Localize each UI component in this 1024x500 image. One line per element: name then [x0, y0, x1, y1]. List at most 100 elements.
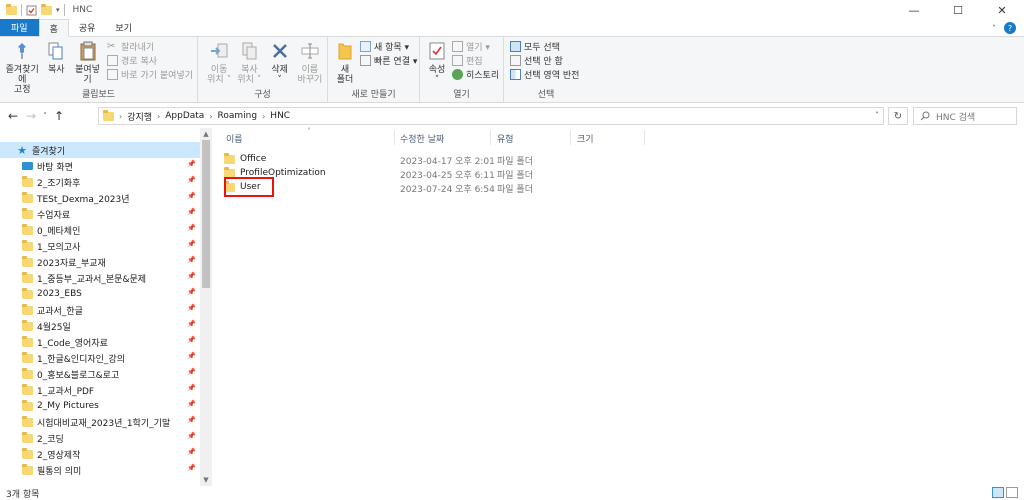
sidebar-item[interactable]: 2_코딩 📌 [0, 430, 200, 446]
sidebar-item[interactable]: 2_My Pictures 📌 [0, 398, 200, 414]
pin-icon: 📌 [187, 432, 196, 440]
large-icons-view-icon[interactable] [1006, 487, 1018, 498]
sidebar-item[interactable]: 수업자료 📌 [0, 206, 200, 222]
scroll-thumb[interactable] [202, 140, 210, 288]
sidebar-item[interactable]: 4월25일 📌 [0, 318, 200, 334]
ribbon-tabs: 파일 홈 공유 보기 ˅ ? [0, 19, 1024, 37]
paste-shortcut-button[interactable]: 바로 가기 붙여넣기 [107, 68, 193, 81]
tab-view[interactable]: 보기 [105, 19, 142, 36]
sidebar-item[interactable]: 1_Code_영어자료 📌 [0, 334, 200, 350]
history-icon [452, 68, 463, 80]
expand-ribbon-icon[interactable]: ˅ [992, 24, 996, 33]
copy-icon [48, 42, 63, 60]
pin-icon: 📌 [187, 240, 196, 248]
up-button[interactable]: ↑ [50, 106, 68, 126]
search-icon [920, 111, 930, 121]
select-all-button[interactable]: 모두 선택 [510, 40, 579, 53]
sidebar-item[interactable]: 0_홍보&블로그&로고 📌 [0, 366, 200, 382]
scroll-up-icon[interactable]: ▲ [200, 128, 212, 140]
sidebar-item-label: 2023자료_부교재 [37, 258, 106, 269]
sidebar-item[interactable]: TESt_Dexma_2023년 📌 [0, 190, 200, 206]
sidebar-item-label: 시험대비교재_2023년_1학기_기말 [37, 418, 171, 429]
sidebar-item[interactable]: 필통의 의미 📌 [0, 462, 200, 478]
paste-icon [80, 41, 96, 61]
refresh-button[interactable]: ↻ [888, 107, 908, 125]
properties-check-icon[interactable] [26, 5, 37, 16]
quick-access-item[interactable]: ★ 즐겨찾기 [0, 142, 200, 158]
easy-access-button[interactable]: 빠른 연결 ▾ [360, 54, 417, 67]
column-modified-header[interactable]: 수정한 날짜 [400, 132, 444, 145]
scroll-down-icon[interactable]: ▼ [200, 474, 212, 486]
sidebar-item[interactable]: 2023_EBS 📌 [0, 286, 200, 302]
history-button[interactable]: 히스토리 [452, 68, 499, 81]
pin-icon: 📌 [187, 208, 196, 216]
pin-icon: 📌 [187, 176, 196, 184]
sidebar-item[interactable]: 1_한글&인디자인_강의 📌 [0, 350, 200, 366]
folder-icon [22, 335, 33, 347]
qat-dropdown-icon[interactable]: ▾ [56, 6, 60, 14]
new-group-label: 새로 만들기 [351, 90, 396, 100]
details-view-icon[interactable] [992, 487, 1004, 498]
search-input[interactable]: HNC 검색 [913, 107, 1017, 125]
pin-icon: 📌 [187, 272, 196, 280]
edit-button[interactable]: 편집 [452, 54, 499, 67]
move-to-icon [211, 43, 228, 58]
column-type-header[interactable]: 유형 [497, 132, 514, 145]
sidebar-item[interactable]: 교과서_한글 📌 [0, 302, 200, 318]
open-icon [452, 40, 463, 52]
invert-selection-button[interactable]: 선택 영역 반전 [510, 68, 579, 81]
sidebar-item-label: 1_중등부_교과서_본문&문제 [37, 274, 147, 285]
folder-icon [22, 415, 33, 427]
copy-to-icon [242, 42, 257, 60]
pin-icon: 📌 [187, 416, 196, 424]
new-folder-qat-icon[interactable] [41, 3, 52, 15]
tab-share[interactable]: 공유 [69, 19, 106, 36]
maximize-button[interactable]: ☐ [936, 0, 980, 20]
address-folder-icon [103, 109, 114, 121]
column-size-header[interactable]: 크기 [577, 132, 594, 145]
close-button[interactable]: ✕ [980, 0, 1024, 20]
select-none-button[interactable]: 선택 안 함 [510, 54, 579, 67]
sidebar-item-label: 0_메타체인 [37, 226, 81, 237]
sidebar-item-label: 1_교과서_PDF [37, 386, 95, 397]
help-icon[interactable]: ? [1004, 22, 1016, 34]
paste-shortcut-icon [107, 68, 119, 80]
sidebar-item[interactable]: 2_조기화후 📌 [0, 174, 200, 190]
recent-dropdown-button[interactable]: ˅ [40, 106, 50, 126]
open-button[interactable]: 열기 ▾ [452, 40, 499, 53]
cut-button[interactable]: ✂ 잘라내기 [107, 40, 193, 53]
sidebar-item[interactable]: 2023자료_부교재 📌 [0, 254, 200, 270]
tab-file[interactable]: 파일 [0, 19, 39, 36]
breadcrumb-hnc[interactable]: HNC [270, 111, 290, 121]
minimize-button[interactable]: — [892, 0, 936, 20]
sidebar-item[interactable]: 2_영상제작 📌 [0, 446, 200, 462]
column-name-header[interactable]: 이름 [226, 132, 243, 145]
sidebar-item[interactable]: 1_모의고사 📌 [0, 238, 200, 254]
nav-scrollbar[interactable]: ▲ ▼ [200, 128, 212, 486]
copy-path-button[interactable]: 경로 복사 [107, 54, 193, 67]
pin-icon: 📌 [187, 288, 196, 296]
back-button[interactable]: ← [4, 106, 22, 126]
breadcrumb-user[interactable]: 강지행 [127, 110, 152, 123]
folder-icon [22, 399, 33, 411]
sidebar-item[interactable]: 시험대비교재_2023년_1학기_기말 📌 [0, 414, 200, 430]
sidebar-item[interactable]: 1_중등부_교과서_본문&문제 📌 [0, 270, 200, 286]
new-item-button[interactable]: 새 항목 ▾ [360, 40, 417, 53]
navigation-pane: ★ 즐겨찾기 바탕 화면 📌 2_조기화후 📌 TESt_Dexma_2023년 📌 수업자… [0, 128, 213, 486]
sidebar-item[interactable]: 바탕 화면 📌 [0, 158, 200, 174]
select-group: 모두 선택 선택 안 함 선택 영역 반전 선택 [504, 37, 588, 103]
folder-icon [22, 367, 33, 379]
address-bar[interactable]: › 강지행 › AppData › Roaming › HNC ˅ [98, 107, 884, 125]
clipboard-group-label: 클립보드 [81, 90, 116, 100]
breadcrumb-appdata[interactable]: AppData [165, 111, 204, 121]
edit-icon [452, 54, 463, 66]
sidebar-item-label: 2_My Pictures [37, 401, 99, 411]
breadcrumb-roaming[interactable]: Roaming [218, 111, 258, 121]
sidebar-item[interactable]: 1_교과서_PDF 📌 [0, 382, 200, 398]
forward-button[interactable]: → [22, 106, 40, 126]
address-dropdown-icon[interactable]: ˅ [875, 111, 879, 120]
sidebar-item[interactable]: 0_메타체인 📌 [0, 222, 200, 238]
copy-path-icon [107, 54, 119, 66]
folder-icon [22, 463, 33, 475]
tab-home[interactable]: 홈 [38, 19, 69, 37]
